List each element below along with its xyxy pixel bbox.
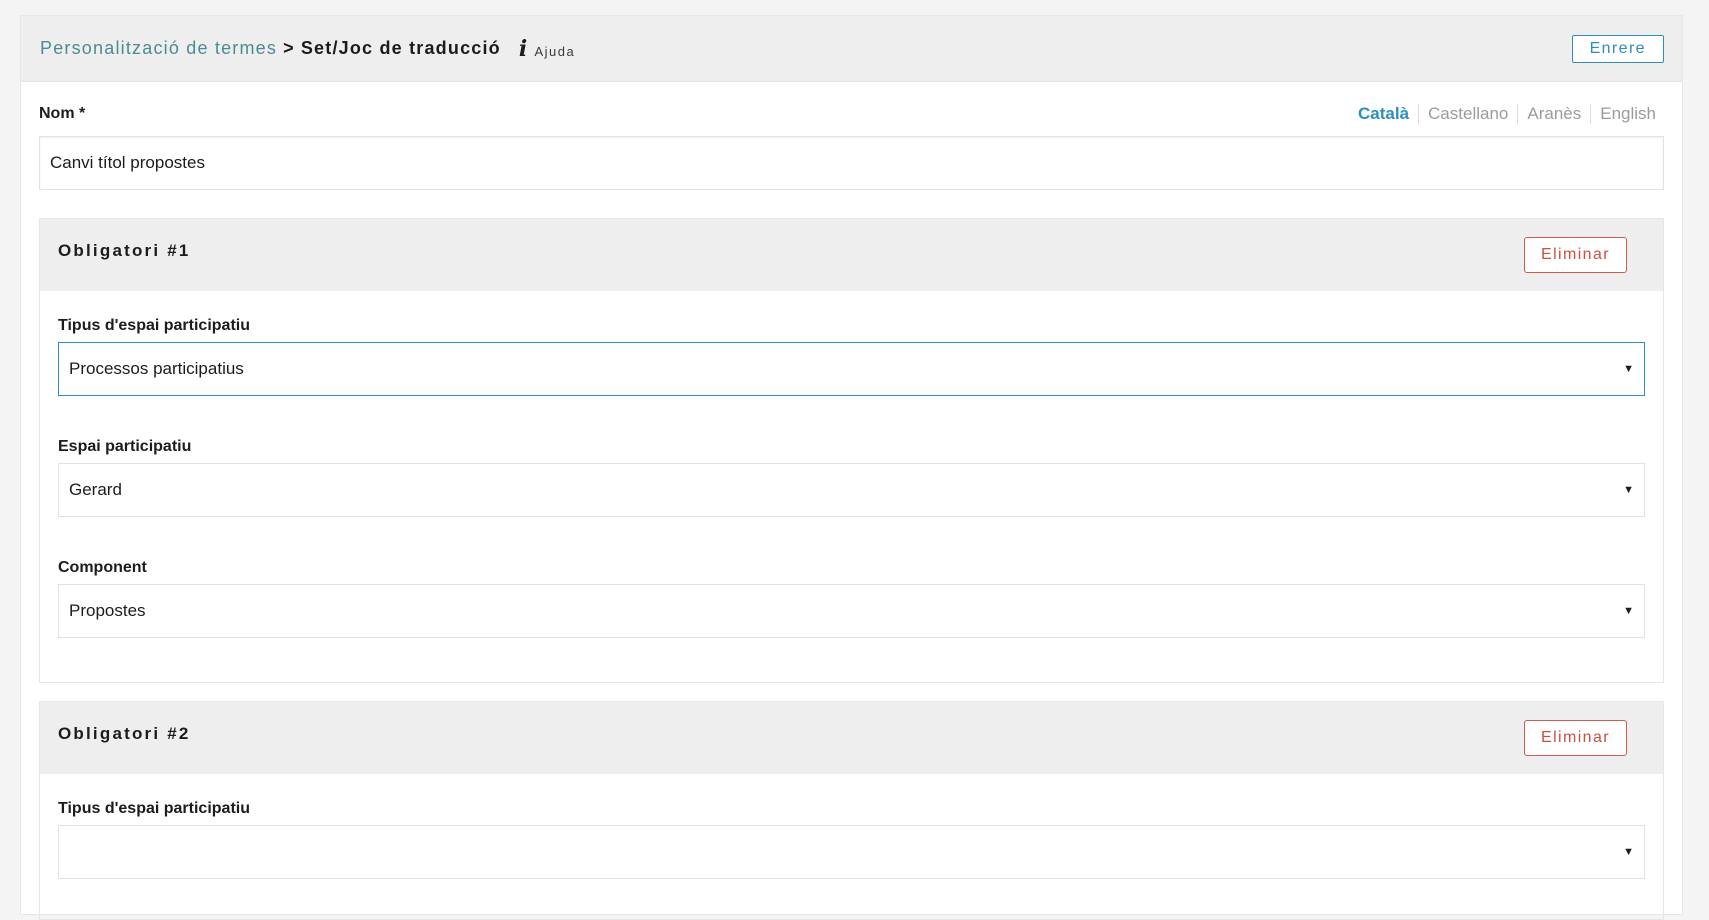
space-type-group: Tipus d'espai participatiu Processos par…: [58, 317, 1645, 396]
section-body: Tipus d'espai participatiu Processos par…: [40, 291, 1663, 682]
card-header: Personalització de termes > Set/Joc de t…: [21, 16, 1682, 82]
space-label: Espai participatiu: [58, 438, 192, 455]
section-body: Tipus d'espai participatiu ▼: [40, 774, 1663, 919]
language-tabs: Català Castellano Aranès English: [1349, 104, 1664, 124]
caret-down-icon: ▼: [1623, 484, 1634, 496]
translation-set-card: Personalització de termes > Set/Joc de t…: [20, 15, 1683, 920]
space-type-value: Processos participatius: [69, 359, 244, 378]
section-header: Obligatori #2 Eliminar: [40, 702, 1663, 774]
breadcrumb-separator: >: [283, 38, 295, 58]
caret-down-icon: ▼: [1623, 846, 1634, 858]
name-input[interactable]: Canvi títol propostes: [39, 136, 1664, 190]
space-type-label: Tipus d'espai participatiu: [58, 800, 250, 817]
lang-tab-aranes[interactable]: Aranès: [1517, 104, 1590, 124]
component-label: Component: [58, 559, 147, 576]
space-group: Espai participatiu Gerard ▼: [58, 438, 1645, 517]
breadcrumb-current: Set/Joc de traducció: [300, 38, 501, 58]
space-type-group: Tipus d'espai participatiu ▼: [58, 800, 1645, 879]
mandatory-section-2: Obligatori #2 Eliminar Tipus d'espai par…: [39, 701, 1664, 920]
section-title: Obligatori #2: [58, 724, 191, 743]
space-type-select[interactable]: ▼: [58, 825, 1645, 879]
space-select[interactable]: Gerard ▼: [58, 463, 1645, 517]
lang-tab-catala[interactable]: Català: [1349, 104, 1418, 124]
back-button[interactable]: Enrere: [1571, 34, 1664, 63]
breadcrumb-parent-link[interactable]: Personalització de termes: [40, 38, 277, 59]
component-value: Propostes: [69, 601, 146, 620]
space-type-select[interactable]: Processos participatius ▼: [58, 342, 1645, 396]
component-select[interactable]: Propostes ▼: [58, 584, 1645, 638]
lang-tab-english[interactable]: English: [1590, 104, 1664, 124]
space-value: Gerard: [69, 480, 122, 499]
help-link[interactable]: i Ajuda: [518, 35, 576, 62]
section-title: Obligatori #1: [58, 241, 191, 260]
space-type-label: Tipus d'espai participatiu: [58, 317, 250, 334]
delete-button[interactable]: Eliminar: [1524, 720, 1627, 756]
caret-down-icon: ▼: [1623, 605, 1634, 617]
name-field-label: Nom *: [39, 105, 86, 122]
section-header: Obligatori #1 Eliminar: [40, 219, 1663, 291]
mandatory-section-1: Obligatori #1 Eliminar Tipus d'espai par…: [39, 218, 1664, 683]
breadcrumb: Personalització de termes > Set/Joc de t…: [40, 35, 576, 62]
delete-button[interactable]: Eliminar: [1524, 237, 1627, 273]
help-label: Ajuda: [534, 43, 576, 59]
info-icon: i: [518, 35, 529, 62]
name-field-row: Nom * Català Castellano Aranès English: [39, 104, 1664, 124]
caret-down-icon: ▼: [1623, 363, 1634, 375]
component-group: Component Propostes ▼: [58, 559, 1645, 638]
card-body: Nom * Català Castellano Aranès English C…: [21, 82, 1682, 920]
lang-tab-castellano[interactable]: Castellano: [1418, 104, 1517, 124]
